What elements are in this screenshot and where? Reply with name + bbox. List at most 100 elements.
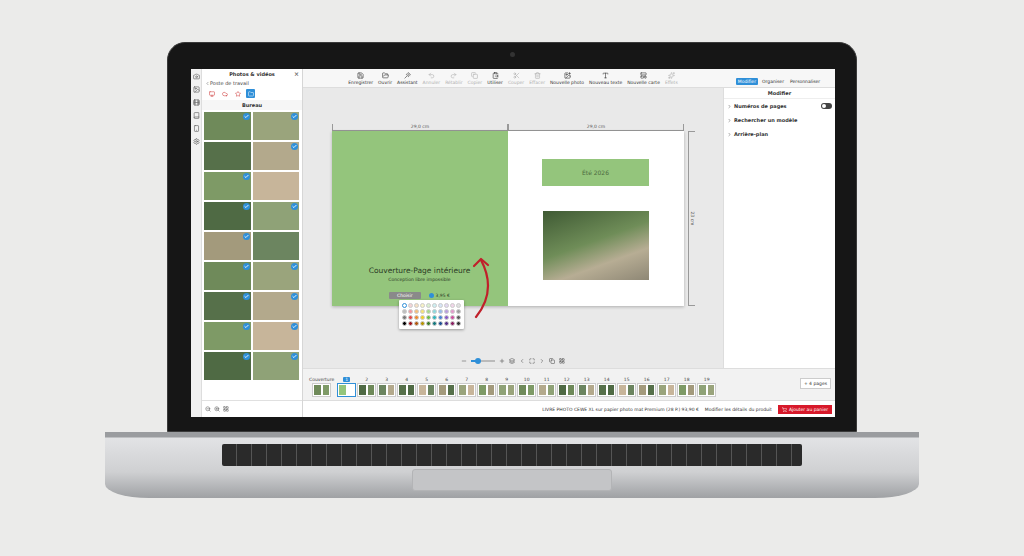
color-swatch[interactable] bbox=[414, 321, 419, 326]
source-button[interactable] bbox=[220, 89, 229, 98]
color-swatch[interactable] bbox=[402, 303, 407, 308]
page-thumbnail[interactable]: 8 bbox=[477, 377, 496, 397]
source-button[interactable] bbox=[233, 89, 242, 98]
page-heading[interactable]: Été 2026 bbox=[542, 159, 649, 186]
details-link[interactable]: Modifier les détails du produit bbox=[705, 407, 772, 412]
close-button[interactable]: × bbox=[294, 70, 299, 77]
page-thumbnail[interactable]: 7 bbox=[457, 377, 476, 397]
back-link[interactable]: Poste de travail bbox=[202, 79, 302, 87]
color-swatch[interactable] bbox=[450, 303, 455, 308]
photo-thumbnail[interactable] bbox=[204, 292, 251, 320]
color-swatch[interactable] bbox=[414, 315, 419, 320]
toolbar-button[interactable]: Effacer bbox=[529, 72, 545, 85]
add-pages-button[interactable]: + 4 pages bbox=[800, 378, 831, 389]
color-swatch[interactable] bbox=[426, 321, 431, 326]
color-swatch[interactable] bbox=[438, 303, 443, 308]
page-photo[interactable] bbox=[543, 211, 649, 280]
photo-thumbnail[interactable] bbox=[204, 352, 251, 380]
nav-icon[interactable] bbox=[193, 138, 200, 145]
toolbar-button[interactable]: Effets bbox=[665, 72, 678, 85]
photo-thumbnail[interactable] bbox=[253, 202, 300, 230]
grid-icon[interactable] bbox=[559, 358, 565, 364]
toolbar-button[interactable]: Enregistrer bbox=[348, 72, 373, 85]
color-swatch[interactable] bbox=[438, 321, 443, 326]
toolbar-button[interactable]: Utiliser bbox=[487, 72, 503, 85]
choose-button[interactable]: Choisir bbox=[389, 292, 420, 299]
color-swatch[interactable] bbox=[432, 315, 437, 320]
color-swatch[interactable] bbox=[444, 315, 449, 320]
photo-thumbnail[interactable] bbox=[253, 142, 300, 170]
photo-thumbnail[interactable] bbox=[253, 322, 300, 350]
color-swatch[interactable] bbox=[408, 309, 413, 314]
photo-thumbnail[interactable] bbox=[204, 172, 251, 200]
color-swatch[interactable] bbox=[402, 315, 407, 320]
color-swatch[interactable] bbox=[432, 321, 437, 326]
page-thumbnail[interactable]: 6 bbox=[437, 377, 456, 397]
color-swatch[interactable] bbox=[438, 309, 443, 314]
nav-icon[interactable] bbox=[193, 99, 200, 106]
color-swatch[interactable] bbox=[426, 309, 431, 314]
toolbar-button[interactable]: Ouvrir bbox=[378, 72, 392, 85]
page-thumbnail[interactable]: 13 bbox=[577, 377, 596, 397]
color-swatch[interactable] bbox=[408, 321, 413, 326]
panel-item[interactable]: Numéros de pages bbox=[724, 99, 835, 113]
photo-thumbnail[interactable] bbox=[204, 142, 251, 170]
nav-icon[interactable] bbox=[193, 125, 200, 132]
nav-icon[interactable] bbox=[193, 86, 200, 93]
left-page[interactable]: Couverture-Page intérieureConception lib… bbox=[332, 131, 508, 306]
photo-thumbnail[interactable] bbox=[253, 292, 300, 320]
mode-tab[interactable]: Organiser bbox=[760, 78, 786, 85]
color-swatch[interactable] bbox=[450, 309, 455, 314]
page-thumbnail[interactable]: 9 bbox=[497, 377, 516, 397]
nav-icon[interactable] bbox=[193, 112, 200, 119]
zoom-out-icon[interactable] bbox=[205, 406, 211, 412]
page-thumbnail[interactable]: 18 bbox=[677, 377, 696, 397]
color-swatch[interactable] bbox=[456, 309, 461, 314]
photo-thumbnail[interactable] bbox=[204, 232, 251, 260]
toolbar-button[interactable]: Annuler bbox=[423, 72, 441, 85]
photo-thumbnail[interactable] bbox=[253, 232, 300, 260]
photo-thumbnail[interactable] bbox=[204, 322, 251, 350]
nav-icon[interactable] bbox=[193, 73, 200, 80]
page-thumbnail[interactable]: 1 bbox=[337, 377, 356, 397]
mode-tab[interactable]: Personnaliser bbox=[788, 78, 822, 85]
photo-thumbnail[interactable] bbox=[253, 352, 300, 380]
source-button[interactable] bbox=[246, 89, 255, 98]
panel-item[interactable]: Arrière-plan bbox=[724, 127, 835, 141]
photo-thumbnail[interactable] bbox=[253, 172, 300, 200]
page-thumbnail[interactable]: 4 bbox=[397, 377, 416, 397]
color-swatch[interactable] bbox=[444, 309, 449, 314]
color-swatch[interactable] bbox=[426, 315, 431, 320]
page-thumbnail[interactable]: 17 bbox=[657, 377, 676, 397]
color-swatch[interactable] bbox=[408, 303, 413, 308]
fit-icon[interactable] bbox=[529, 358, 535, 364]
photo-thumbnail[interactable] bbox=[204, 262, 251, 290]
toolbar-button[interactable]: Nouvelle carte bbox=[627, 72, 660, 85]
photo-thumbnail[interactable] bbox=[253, 262, 300, 290]
page-thumbnail[interactable]: 11 bbox=[537, 377, 556, 397]
page-thumbnail[interactable]: 2 bbox=[357, 377, 376, 397]
color-swatch[interactable] bbox=[456, 303, 461, 308]
toggle[interactable] bbox=[821, 103, 832, 109]
color-swatch[interactable] bbox=[456, 315, 461, 320]
color-swatch[interactable] bbox=[420, 315, 425, 320]
color-swatch[interactable] bbox=[414, 303, 419, 308]
page-thumbnail[interactable]: 16 bbox=[637, 377, 656, 397]
color-swatch[interactable] bbox=[432, 309, 437, 314]
page-thumbnail[interactable]: 12 bbox=[557, 377, 576, 397]
color-swatch[interactable] bbox=[402, 309, 407, 314]
right-page[interactable]: Été 2026 bbox=[508, 131, 684, 306]
color-swatch[interactable] bbox=[414, 309, 419, 314]
photo-thumbnail[interactable] bbox=[204, 202, 251, 230]
add-to-cart-button[interactable]: Ajouter au panier bbox=[778, 405, 832, 414]
toolbar-button[interactable]: Assistant bbox=[397, 72, 418, 85]
color-swatch[interactable] bbox=[450, 315, 455, 320]
color-swatch[interactable] bbox=[450, 321, 455, 326]
mode-tab[interactable]: Modifier bbox=[736, 78, 758, 85]
page-thumbnail[interactable]: 19 bbox=[697, 377, 716, 397]
zoom-knob[interactable] bbox=[475, 358, 481, 364]
layers-icon[interactable] bbox=[509, 358, 515, 364]
source-button[interactable] bbox=[207, 89, 216, 98]
toolbar-button[interactable]: Couper bbox=[508, 72, 524, 85]
color-swatch[interactable] bbox=[420, 303, 425, 308]
